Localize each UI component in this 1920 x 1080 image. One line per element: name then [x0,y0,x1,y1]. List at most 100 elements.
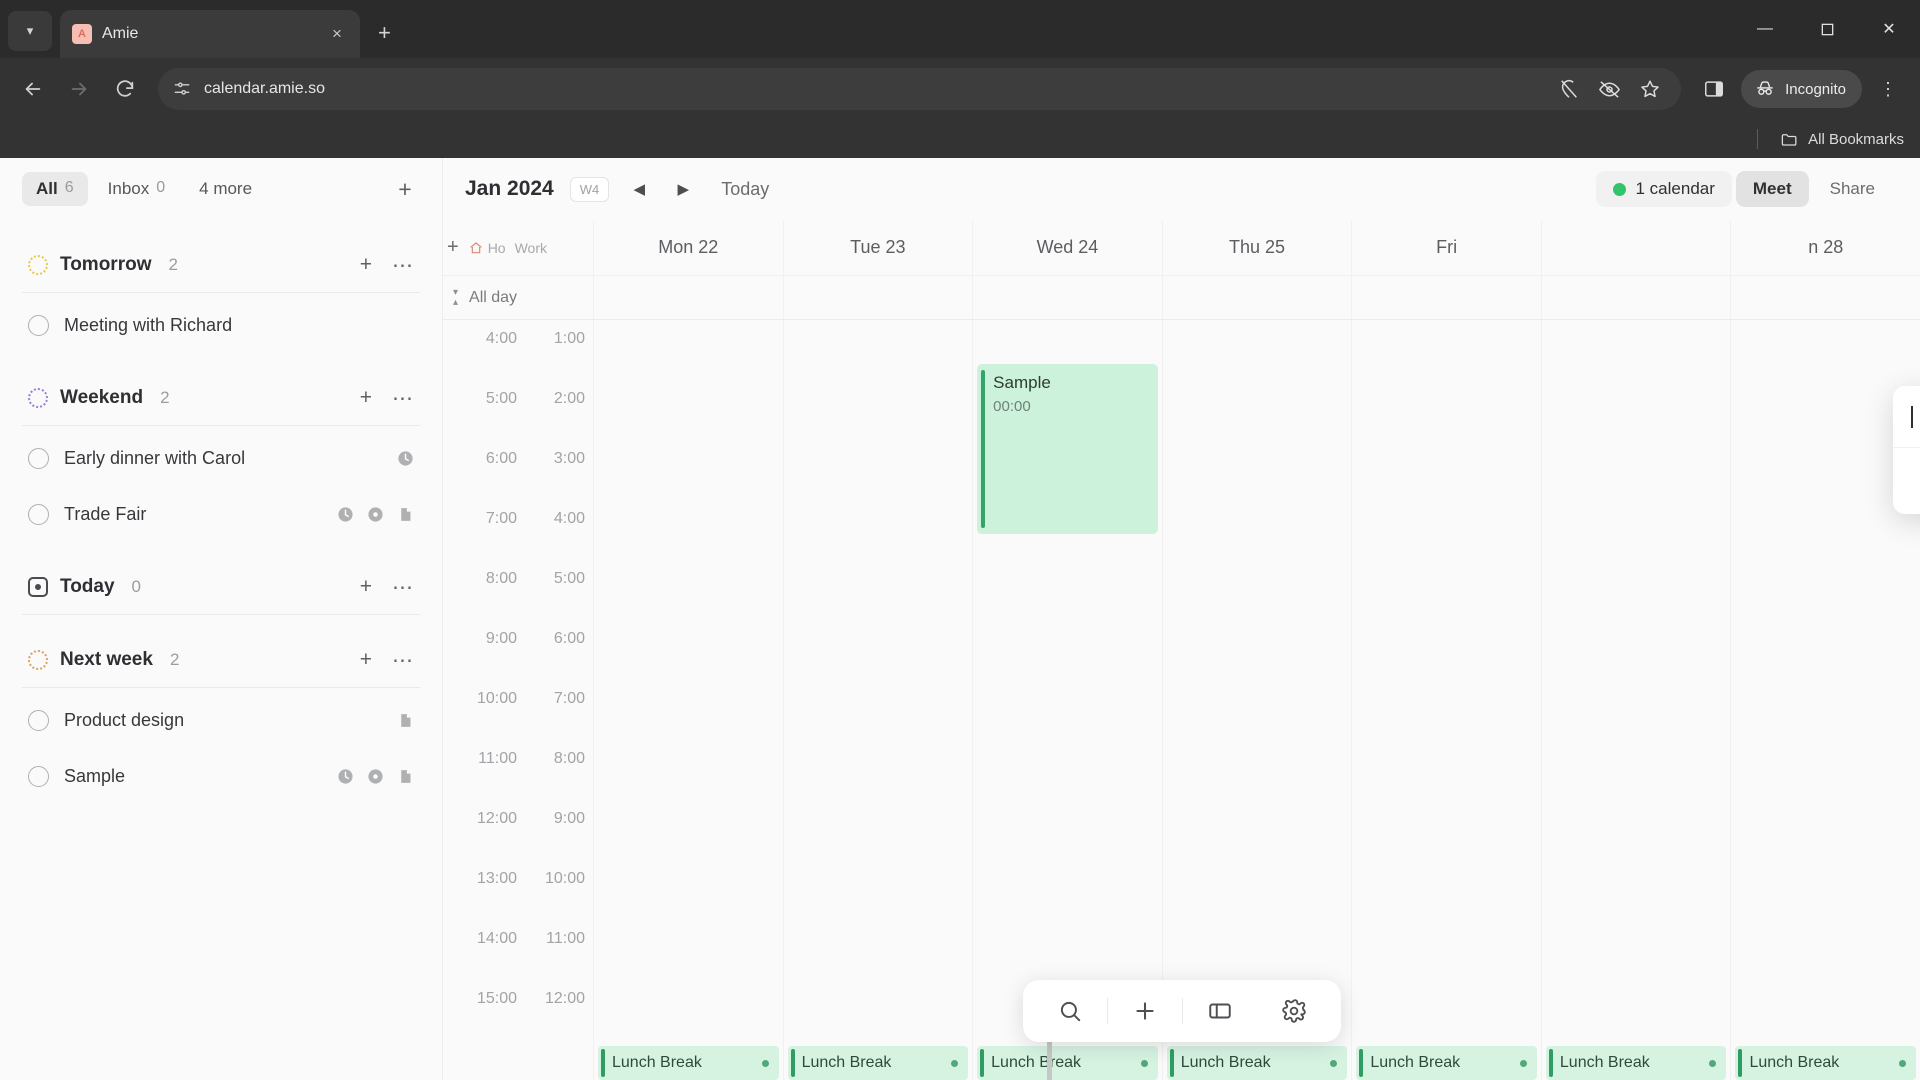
tab-title: Amie [102,25,139,42]
back-icon[interactable] [12,68,54,110]
share-button[interactable]: Share [1813,171,1892,207]
task-item[interactable]: Meeting with Richard [22,297,420,353]
task-group-title: Weekend [60,387,144,408]
calendar-event[interactable]: Lunch Break [1735,1046,1917,1080]
task-group-header[interactable]: Weekend 2 + ⋯ [22,379,420,417]
task-group: Next week 2 + ⋯ Product design Sample [22,641,420,804]
note-icon [401,769,411,783]
day-header[interactable]: Tue 23 [782,220,973,275]
forward-icon[interactable] [58,68,100,110]
sidebar-tab-all[interactable]: All 6 [22,172,88,206]
browser-menu-icon[interactable]: ⋮ [1868,68,1908,110]
day-column[interactable]: Sample 00:00 Lunch Break [972,320,1162,1080]
next-week-button[interactable]: ▶ [669,180,697,198]
day-column[interactable]: Lunch Break [1540,320,1731,1080]
add-task-button[interactable]: + [360,575,372,599]
add-list-button[interactable]: + [390,176,420,203]
day-column[interactable]: Lunch Break [1730,320,1920,1080]
meet-button[interactable]: Meet [1735,171,1809,207]
home-calendar-chip[interactable]: Ho [468,240,506,256]
address-bar[interactable]: calendar.amie.so [158,68,1682,110]
task-group-header[interactable]: Today 0 + ⋯ [22,568,420,606]
day-column[interactable]: Lunch Break [782,320,973,1080]
add-task-button[interactable]: + [360,386,372,410]
gear-icon[interactable] [1257,980,1331,1042]
task-group-more-button[interactable]: ⋯ [392,253,414,278]
sidebar-tab-inbox[interactable]: Inbox 0 [94,172,180,206]
task-group-actions: + ⋯ [360,386,414,411]
calendar-event[interactable]: Lunch Break [1356,1046,1537,1080]
task-group-header[interactable]: Tomorrow 2 + ⋯ [22,246,420,284]
repeat-icon [368,506,383,522]
task-checkbox[interactable] [28,765,49,787]
omnibox-icons [1558,78,1667,101]
day-header[interactable]: Thu 25 [1161,220,1352,275]
search-icon[interactable] [1033,980,1107,1042]
new-tab-button[interactable]: + [378,20,391,46]
task-group-actions: + ⋯ [360,648,414,673]
add-task-button[interactable]: + [360,253,372,277]
day-column[interactable]: Lunch Break [593,320,783,1080]
browser-toolbar: calendar.amie.so Incognito ⋮ [0,58,1920,120]
day-column[interactable]: Lunch Break [1161,320,1352,1080]
task-group-header[interactable]: Next week 2 + ⋯ [22,641,420,679]
reload-icon[interactable] [104,68,146,110]
task-checkbox[interactable] [28,447,49,469]
day-header[interactable] [1540,220,1731,275]
task-item[interactable]: Sample [22,748,420,804]
all-day-cell[interactable] [1161,276,1352,319]
all-day-cell[interactable] [972,276,1162,319]
task-group-more-button[interactable]: ⋯ [392,386,414,411]
prev-week-button[interactable]: ◀ [625,180,653,198]
time-row: 15:00 12:00 [443,980,593,1040]
task-item[interactable]: Early dinner with Carol [22,430,420,486]
all-day-cell[interactable] [1730,276,1920,319]
time-label-secondary: 12:00 [544,990,585,1007]
plus-icon[interactable] [1108,980,1182,1042]
time-label-secondary: 11:00 [546,930,585,947]
day-column[interactable]: Lunch Break [1351,320,1541,1080]
day-header[interactable]: Wed 24 [972,220,1162,275]
minimize-button[interactable]: — [1734,0,1796,58]
today-button[interactable]: Today [721,179,769,200]
task-group-more-button[interactable]: ⋯ [392,648,414,673]
close-tab-icon[interactable]: × [326,24,348,44]
all-day-cell[interactable] [782,276,973,319]
collapse-icon[interactable]: ▾ ▴ [453,287,458,308]
all-day-cell[interactable] [1351,276,1541,319]
calendar-event[interactable]: Lunch Break [977,1046,1158,1080]
task-checkbox[interactable] [28,709,49,731]
chevron-down-icon[interactable]: ▾ [8,11,52,51]
task-item[interactable]: Trade Fair [22,486,420,542]
all-day-cell[interactable] [1540,276,1731,319]
calendar-event[interactable]: Lunch Break [1166,1046,1348,1080]
incognito-indicator[interactable]: Incognito [1741,70,1862,108]
day-header[interactable]: Fri [1351,220,1541,275]
add-calendar-button[interactable]: + [447,236,459,259]
day-header[interactable]: Mon 22 [593,220,783,275]
maximize-button[interactable] [1796,0,1858,58]
task-checkbox[interactable] [28,314,49,336]
calendar-event[interactable]: Lunch Break [598,1046,779,1080]
task-item[interactable]: Product design [22,692,420,748]
close-window-button[interactable]: ✕ [1858,0,1920,58]
time-label-primary: 14:00 [476,930,517,947]
side-panel-icon[interactable] [1693,68,1735,110]
work-calendar-chip[interactable]: Work [515,240,547,256]
calendar-event[interactable]: Sample 00:00 [977,364,1158,534]
task-checkbox[interactable] [28,503,49,525]
add-task-button[interactable]: + [360,648,372,672]
calendar-selector-button[interactable]: 1 calendar [1595,171,1732,207]
time-row: 5:00 2:00 [443,380,593,440]
all-bookmarks-button[interactable]: All Bookmarks [1780,130,1904,149]
calendar-event[interactable]: Lunch Break [1545,1046,1727,1080]
day-header[interactable]: n 28 [1730,220,1920,275]
panel-icon[interactable] [1183,980,1257,1042]
all-day-cell[interactable] [593,276,783,319]
task-group-more-button[interactable]: ⋯ [392,575,414,600]
task-group-title: Today [60,576,115,597]
browser-tab[interactable]: A Amie × [60,10,360,58]
search-colleagues-input[interactable]: Search colleagues ⌠ A [1893,386,1920,448]
calendar-event[interactable]: Lunch Break [787,1046,969,1080]
sidebar-tab-more[interactable]: 4 more [185,172,266,206]
